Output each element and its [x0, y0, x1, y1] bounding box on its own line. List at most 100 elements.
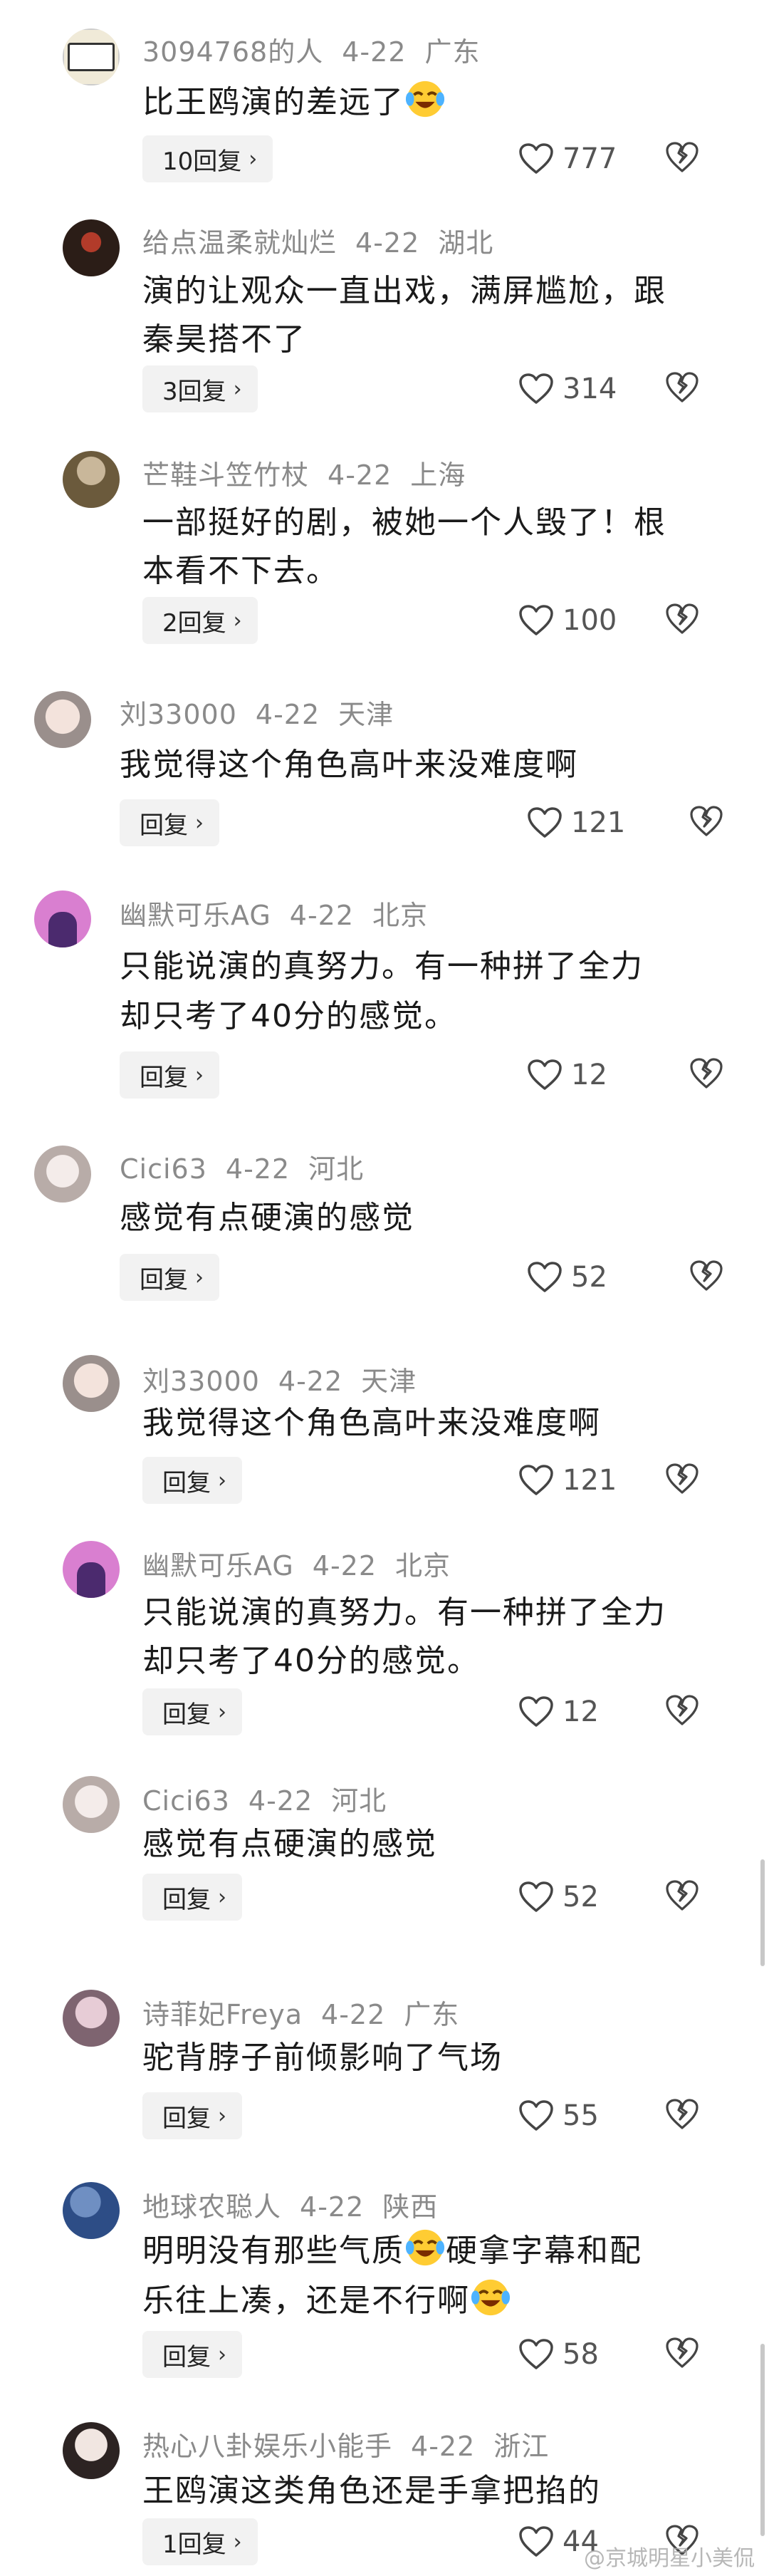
comment-meta: 诗菲妃Freya 4-22 广东	[142, 1993, 478, 2032]
watermark: @京城明星小美侃	[584, 2546, 755, 2571]
like-button[interactable]: 52	[518, 1874, 599, 1921]
broken-heart-icon	[666, 2099, 699, 2129]
comment-date: 4-22	[255, 699, 320, 730]
username[interactable]: Cici63	[120, 1153, 207, 1185]
reply-button[interactable]: 回复 ›	[142, 2331, 242, 2378]
like-button[interactable]: 12	[518, 1688, 599, 1735]
reply-button[interactable]: 1回复 ›	[142, 2518, 258, 2565]
comment-meta: Cici63 4-22 河北	[120, 1147, 382, 1186]
like-button[interactable]: 100	[518, 597, 617, 644]
broken-heart-icon	[666, 372, 699, 402]
reply-button[interactable]: 10回复 ›	[142, 135, 273, 182]
avatar[interactable]	[63, 1541, 120, 1598]
avatar[interactable]	[63, 1990, 120, 2047]
username[interactable]: Cici63	[142, 1785, 230, 1817]
username[interactable]: 给点温柔就灿烂	[142, 227, 337, 259]
comment-region: 湖北	[438, 227, 494, 259]
comment-date: 4-22	[328, 459, 392, 491]
dislike-button[interactable]	[689, 1057, 729, 1097]
username[interactable]: 地球农聪人	[142, 2191, 281, 2223]
chevron-right-icon: ›	[195, 1062, 204, 1088]
dislike-button[interactable]	[689, 805, 729, 845]
heart-outline-icon	[519, 2100, 553, 2131]
chevron-right-icon: ›	[195, 810, 204, 836]
avatar[interactable]	[34, 1146, 91, 1203]
comment-text: 只能说演的真努力。有一种拼了全力 却只考了40分的感觉。	[142, 1594, 666, 1679]
dislike-button[interactable]	[665, 603, 705, 643]
like-button[interactable]: 58	[518, 2331, 599, 2378]
comment-region: 北京	[372, 900, 429, 931]
comment-meta: 地球农聪人 4-22 陕西	[142, 2185, 456, 2224]
like-button[interactable]: 121	[527, 799, 625, 846]
comment-date: 4-22	[411, 2431, 476, 2462]
reply-button[interactable]: 回复 ›	[142, 2092, 242, 2139]
avatar[interactable]	[63, 451, 120, 508]
reply-label: 回复	[162, 2104, 211, 2133]
comment-region: 陕西	[382, 2191, 439, 2223]
avatar[interactable]	[63, 219, 120, 276]
heart-outline-icon	[519, 1465, 553, 1495]
scrollbar-upper[interactable]	[760, 1859, 765, 1966]
reply-label: 10回复	[162, 147, 242, 176]
reply-button[interactable]: 3回复 ›	[142, 365, 258, 412]
username[interactable]: 3094768的人	[142, 36, 323, 68]
username[interactable]: 幽默可乐AG	[120, 900, 271, 931]
reply-label: 3回复	[162, 377, 226, 406]
comment-meta: 刘33000 4-22 天津	[120, 692, 412, 732]
dislike-button[interactable]	[665, 1694, 705, 1734]
reply-label: 回复	[162, 2342, 211, 2372]
dislike-button[interactable]	[665, 2098, 705, 2138]
reply-button[interactable]: 2回复 ›	[142, 597, 258, 644]
dislike-button[interactable]	[689, 1260, 729, 1299]
like-button[interactable]: 314	[518, 365, 617, 412]
reply-button[interactable]: 回复 ›	[120, 799, 219, 846]
username[interactable]: 热心八卦娱乐小能手	[142, 2431, 392, 2462]
comment-meta: Cici63 4-22 河北	[142, 1779, 405, 1818]
comment-text: 只能说演的真努力。有一种拼了全力 却只考了40分的感觉。	[120, 948, 644, 1034]
comment-date: 4-22	[355, 227, 420, 259]
reply-label: 回复	[162, 1700, 211, 1729]
comment-text: 演的让观众一直出戏，满屏尴尬，跟 秦昊搭不了	[142, 273, 666, 358]
dislike-button[interactable]	[665, 1879, 705, 1919]
heart-outline-icon	[519, 143, 553, 174]
avatar[interactable]	[63, 28, 120, 85]
comment-meta: 热心八卦娱乐小能手 4-22 浙江	[142, 2424, 567, 2463]
comment-text: 我觉得这个角色高叶来没难度啊	[120, 747, 578, 783]
heart-outline-icon	[519, 605, 553, 635]
like-count: 100	[563, 604, 617, 637]
comment-region: 河北	[331, 1785, 387, 1817]
avatar[interactable]	[63, 1355, 120, 1412]
like-button[interactable]: 12	[527, 1051, 607, 1099]
username[interactable]: 诗菲妃Freya	[142, 1999, 303, 2030]
avatar[interactable]	[63, 2422, 120, 2479]
avatar[interactable]	[63, 1776, 120, 1833]
reply-button[interactable]: 回复 ›	[120, 1051, 219, 1099]
dislike-button[interactable]	[665, 141, 705, 181]
username[interactable]: 刘33000	[142, 1366, 260, 1397]
reply-button[interactable]: 回复 ›	[142, 1874, 242, 1921]
dislike-button[interactable]	[665, 371, 705, 411]
dislike-button[interactable]	[665, 2337, 705, 2377]
username[interactable]: 芒鞋斗笠竹杖	[142, 459, 309, 491]
avatar[interactable]	[34, 691, 91, 748]
like-count: 121	[563, 1464, 617, 1497]
comment-date: 4-22	[300, 2191, 365, 2223]
scrollbar-lower[interactable]	[760, 2344, 765, 2536]
avatar[interactable]	[34, 890, 91, 947]
like-button[interactable]: 121	[518, 1457, 617, 1504]
reply-button[interactable]: 回复 ›	[120, 1254, 219, 1301]
like-button[interactable]: 52	[527, 1254, 607, 1301]
like-button[interactable]: 777	[518, 135, 617, 182]
reply-button[interactable]: 回复 ›	[142, 1457, 242, 1504]
like-button[interactable]: 55	[518, 2092, 599, 2139]
avatar[interactable]	[63, 2182, 120, 2239]
like-count: 55	[563, 2099, 599, 2132]
reply-button[interactable]: 回复 ›	[142, 1688, 242, 1735]
dislike-button[interactable]	[665, 1463, 705, 1502]
username[interactable]: 刘33000	[120, 699, 237, 730]
comment-date: 4-22	[225, 1153, 291, 1185]
heart-outline-icon	[528, 1262, 562, 1292]
comment-region: 广东	[404, 1999, 460, 2030]
username[interactable]: 幽默可乐AG	[142, 1550, 294, 1582]
comment-region: 河北	[308, 1153, 365, 1185]
